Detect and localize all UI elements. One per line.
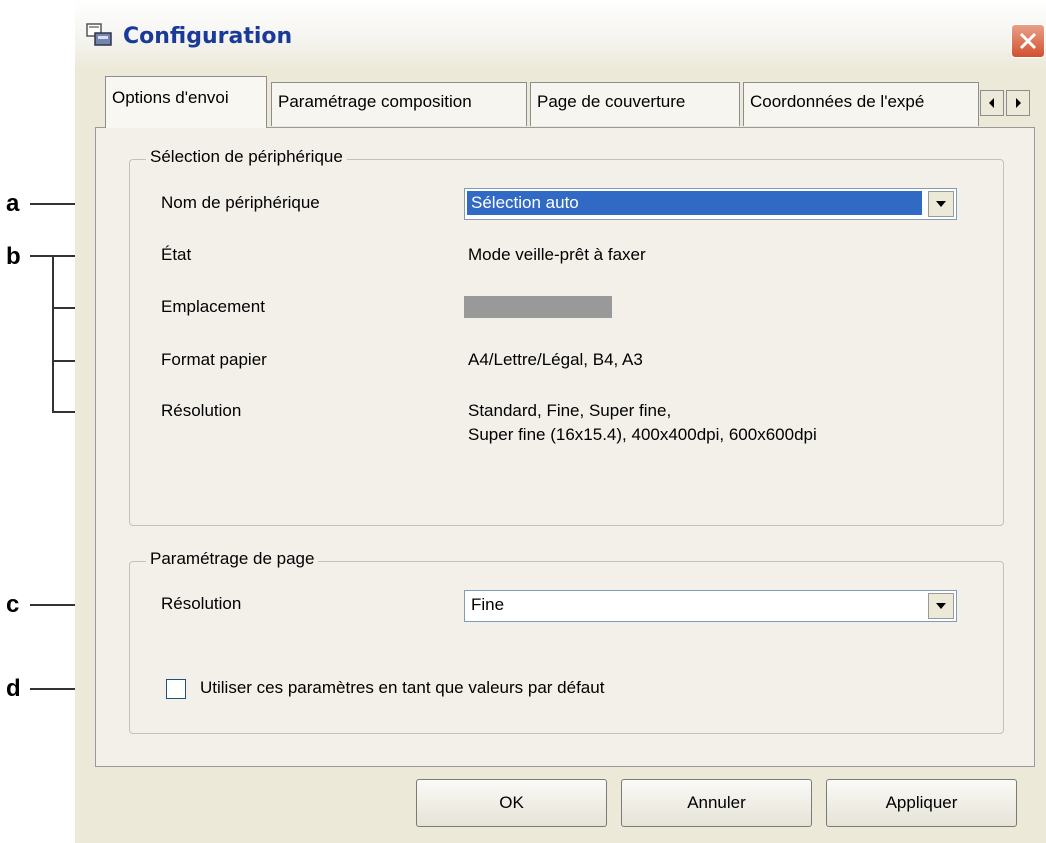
arrow-right-icon bbox=[1016, 98, 1021, 108]
ok-button-label: OK bbox=[499, 793, 524, 812]
ok-button[interactable]: OK bbox=[416, 779, 607, 827]
default-settings-checkbox-label[interactable]: Utiliser ces paramètres en tant que vale… bbox=[200, 678, 604, 698]
close-icon bbox=[1019, 32, 1037, 50]
tab-page-couverture[interactable]: Page de couverture bbox=[530, 82, 740, 126]
device-name-label: Nom de périphérique bbox=[161, 193, 320, 212]
device-name-value: Sélection auto bbox=[467, 191, 922, 215]
tab-scroll-right-button[interactable] bbox=[1006, 90, 1030, 116]
page-resolution-dropdown-button[interactable] bbox=[928, 593, 954, 619]
tab-panel-options-envoi: Sélection de périphérique Nom de périphé… bbox=[95, 127, 1035, 767]
location-value-redacted bbox=[464, 296, 612, 318]
apply-button-label: Appliquer bbox=[885, 793, 958, 812]
tab-label: Coordonnées de l'expé bbox=[750, 92, 925, 111]
paper-format-label: Format papier bbox=[161, 350, 267, 369]
apply-button[interactable]: Appliquer bbox=[826, 779, 1017, 827]
page-resolution-select[interactable]: Fine bbox=[464, 590, 957, 622]
tab-label: Page de couverture bbox=[537, 92, 686, 111]
tab-label: Paramétrage composition bbox=[278, 92, 472, 111]
callout-letter-b: b bbox=[6, 243, 21, 270]
state-label: État bbox=[161, 245, 192, 264]
resolution-info-label: Résolution bbox=[161, 401, 242, 420]
title-bar[interactable]: Configuration bbox=[75, 0, 1046, 70]
close-button[interactable] bbox=[1011, 24, 1045, 58]
printer-app-icon bbox=[85, 23, 113, 47]
window-title: Configuration bbox=[123, 24, 293, 49]
paper-format-value: A4/Lettre/Légal, B4, A3 bbox=[468, 350, 643, 369]
page-resolution-value: Fine bbox=[471, 595, 505, 614]
cancel-button[interactable]: Annuler bbox=[621, 779, 812, 827]
tab-options-envoi[interactable]: Options d'envoi bbox=[105, 76, 267, 128]
callout-letter-a: a bbox=[6, 190, 20, 217]
tab-coordonnees-expediteur[interactable]: Coordonnées de l'expé bbox=[743, 82, 979, 126]
state-value: Mode veille-prêt à faxer bbox=[468, 245, 646, 264]
page-settings-legend: Paramétrage de page bbox=[146, 549, 319, 569]
default-settings-checkbox[interactable] bbox=[166, 679, 186, 699]
resolution-info-value-line2: Super fine (16x15.4), 400x400dpi, 600x60… bbox=[468, 425, 817, 444]
device-name-select[interactable]: Sélection auto bbox=[464, 188, 957, 220]
callout-letter-c: c bbox=[6, 591, 20, 618]
tab-scroll-left-button[interactable] bbox=[980, 90, 1004, 116]
arrow-left-icon bbox=[989, 98, 994, 108]
tab-label: Options d'envoi bbox=[112, 88, 229, 107]
configuration-dialog: Configuration Options d'envoi Paramétrag… bbox=[75, 0, 1046, 843]
chevron-down-icon bbox=[936, 603, 946, 609]
page-settings-group: Paramétrage de page bbox=[129, 549, 1004, 734]
chevron-down-icon bbox=[936, 201, 946, 207]
location-label: Emplacement bbox=[161, 297, 265, 316]
callout-vline-b bbox=[52, 255, 54, 412]
tab-parametrage-composition[interactable]: Paramétrage composition bbox=[271, 82, 527, 126]
page-resolution-label: Résolution bbox=[161, 594, 242, 613]
cancel-button-label: Annuler bbox=[687, 793, 746, 812]
device-name-dropdown-button[interactable] bbox=[928, 191, 954, 217]
device-selection-legend: Sélection de périphérique bbox=[146, 147, 347, 167]
callout-letter-d: d bbox=[6, 675, 21, 702]
resolution-info-value-line1: Standard, Fine, Super fine, bbox=[468, 401, 672, 420]
